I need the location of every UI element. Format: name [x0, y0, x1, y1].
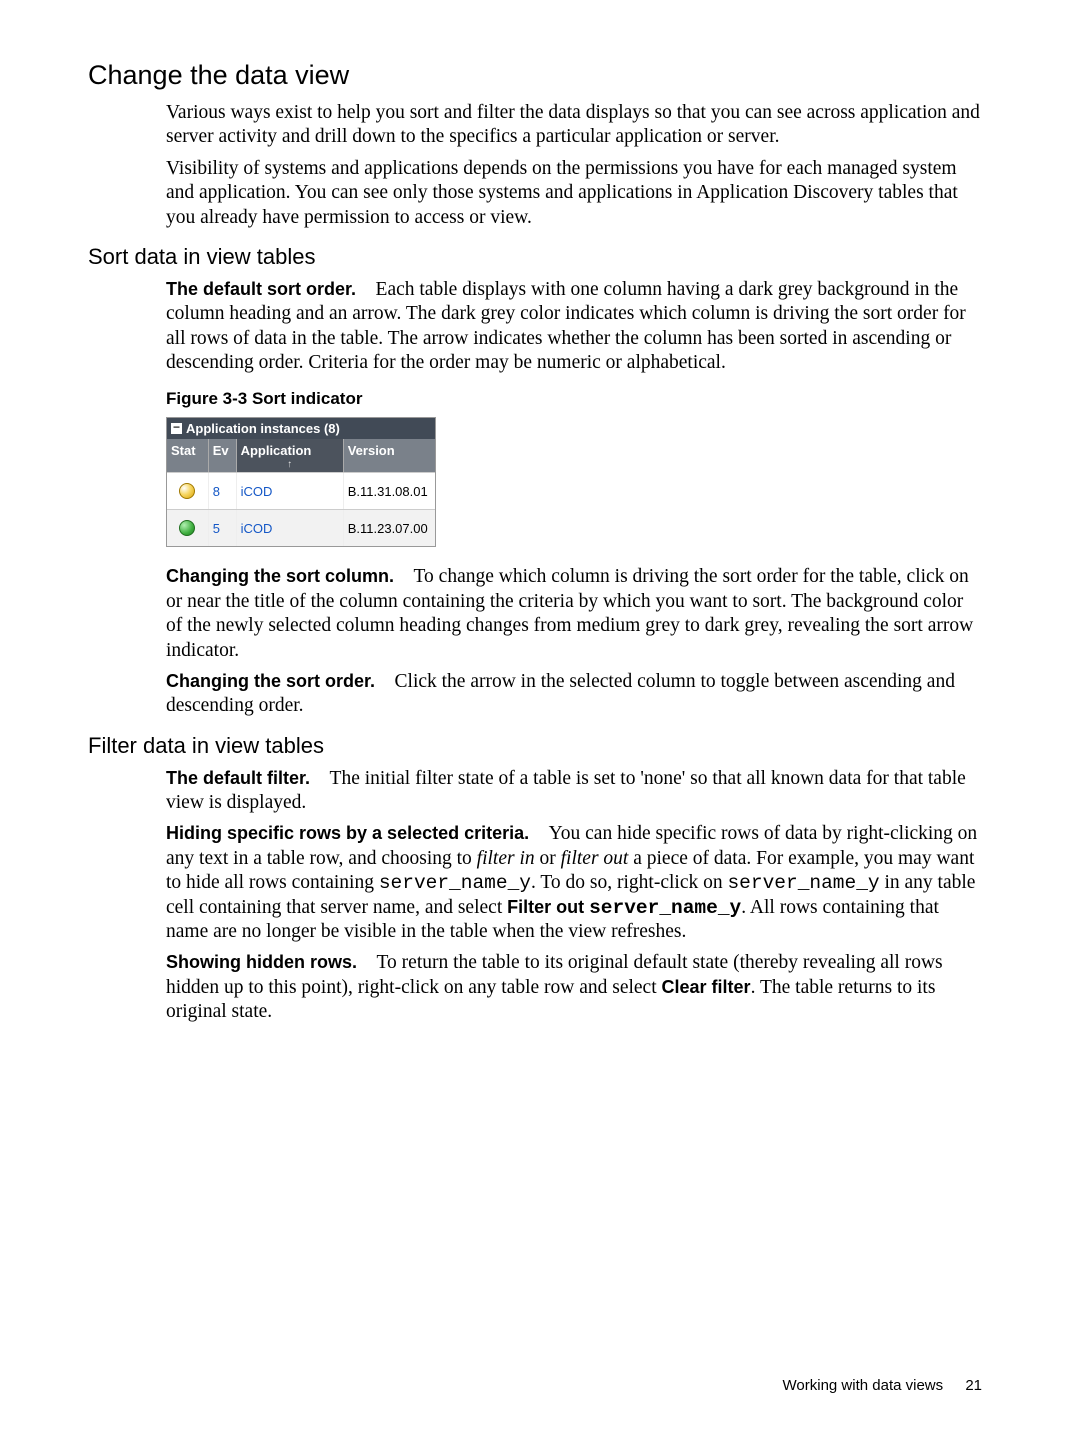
version-cell: B.11.31.08.01	[344, 473, 435, 509]
t4: . To do so, right-click on	[531, 872, 728, 893]
filter-out-arg: server_name_y	[589, 897, 741, 919]
filter-out-label: Filter out	[507, 897, 589, 917]
app-cell: iCOD	[237, 473, 344, 509]
col-header-application: Application ↑	[237, 439, 344, 472]
clear-filter-label: Clear filter	[662, 977, 751, 997]
events-cell: 5	[209, 510, 237, 546]
showing-hidden-lead: Showing hidden rows.	[166, 952, 357, 972]
status-normal-icon	[179, 520, 195, 536]
collapse-icon: −	[171, 423, 182, 434]
figure-header-row: Stat Ev Application ↑ Version	[167, 439, 435, 472]
page-number: 21	[965, 1377, 982, 1394]
table-row: 5 iCOD B.11.23.07.00	[167, 509, 435, 546]
server-name-2: server_name_y	[727, 872, 879, 894]
change-sort-order-lead: Changing the sort order.	[166, 671, 375, 691]
figure-title: Application instances (8)	[186, 421, 340, 436]
sort-indicator-figure: − Application instances (8) Stat Ev Appl…	[166, 417, 436, 547]
intro-para-1: Various ways exist to help you sort and …	[166, 101, 982, 150]
app-cell: iCOD	[237, 510, 344, 546]
events-cell: 8	[209, 473, 237, 509]
figure-titlebar: − Application instances (8)	[167, 418, 435, 439]
showing-hidden-para: Showing hidden rows. To return the table…	[166, 951, 982, 1024]
footer-text: Working with data views	[783, 1377, 944, 1394]
col-header-version: Version	[344, 439, 435, 472]
filter-out-term: filter out	[561, 848, 629, 869]
heading-change-data-view: Change the data view	[88, 60, 982, 91]
sort-default-lead: The default sort order.	[166, 279, 356, 299]
version-cell: B.11.23.07.00	[344, 510, 435, 546]
col-header-ev: Ev	[209, 439, 237, 472]
intro-para-2: Visibility of systems and applications d…	[166, 157, 982, 230]
filter-in-term: filter in	[477, 848, 535, 869]
figure-caption: Figure 3-3 Sort indicator	[166, 389, 982, 409]
status-cell	[167, 510, 209, 546]
hiding-rows-para: Hiding specific rows by a selected crite…	[166, 822, 982, 944]
page-footer: Working with data views 21	[783, 1377, 982, 1394]
table-row: 8 iCOD B.11.31.08.01	[167, 472, 435, 509]
col-header-stat: Stat	[167, 439, 209, 472]
t2: or	[535, 848, 561, 869]
hiding-rows-lead: Hiding specific rows by a selected crite…	[166, 823, 529, 843]
heading-filter-data: Filter data in view tables	[88, 733, 982, 759]
status-cell	[167, 473, 209, 509]
col-header-app-label: Application	[241, 443, 312, 458]
server-name-1: server_name_y	[379, 872, 531, 894]
default-filter-lead: The default filter.	[166, 768, 310, 788]
sort-arrow-icon: ↑	[287, 459, 292, 470]
change-sort-col-para: Changing the sort column. To change whic…	[166, 565, 982, 663]
change-sort-order-para: Changing the sort order. Click the arrow…	[166, 670, 982, 719]
heading-sort-data: Sort data in view tables	[88, 244, 982, 270]
change-sort-col-lead: Changing the sort column.	[166, 566, 394, 586]
status-minor-icon	[179, 483, 195, 499]
sort-default-para: The default sort order. Each table displ…	[166, 278, 982, 376]
default-filter-para: The default filter. The initial filter s…	[166, 767, 982, 816]
